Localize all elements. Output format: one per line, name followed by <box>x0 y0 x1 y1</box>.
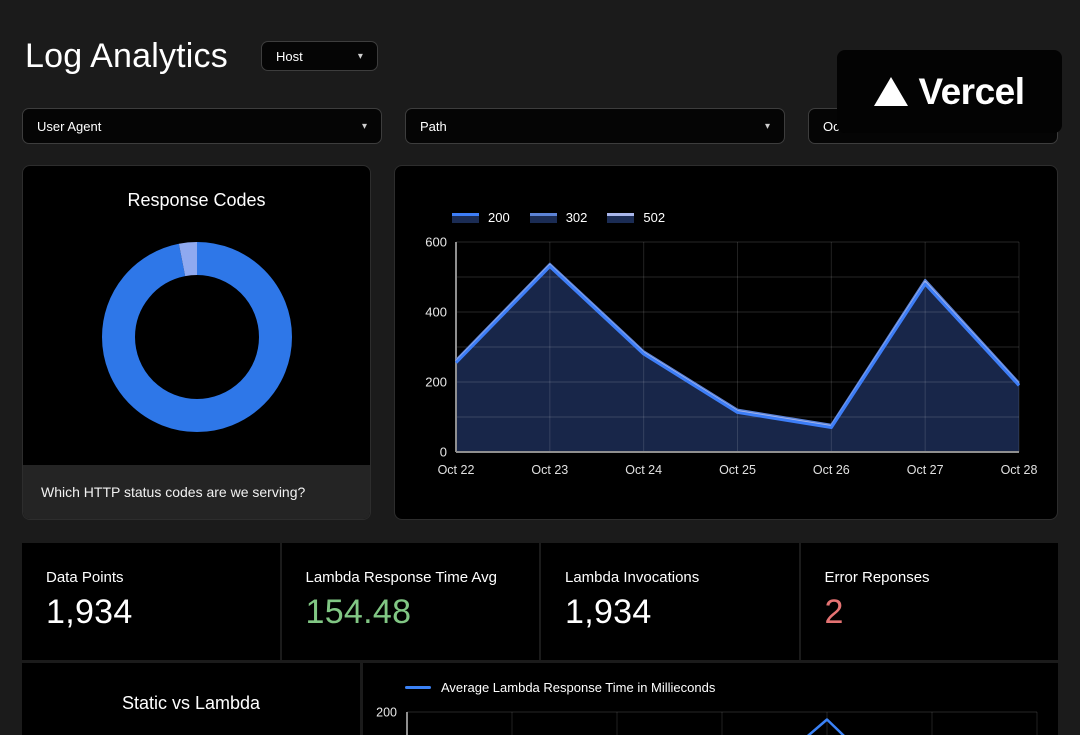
legend-swatch-302 <box>530 213 557 223</box>
static-vs-lambda-title: Static vs Lambda <box>22 663 360 714</box>
stat-label: Data Points <box>46 569 280 586</box>
user-agent-dropdown[interactable]: User Agent ▾ <box>22 108 382 144</box>
stat-card-data-points: Data Points 1,934 <box>22 543 280 660</box>
stat-card-error-responses: Error Reponses 2 <box>801 543 1059 660</box>
chevron-down-icon: ▾ <box>362 121 367 132</box>
svg-text:Oct 28: Oct 28 <box>1001 463 1038 477</box>
chart-legend: 200 302 502 <box>452 210 665 225</box>
host-dropdown[interactable]: Host ▾ <box>261 41 378 71</box>
vercel-logo-text: Vercel <box>918 71 1024 113</box>
legend-item-502[interactable]: 502 <box>607 210 665 225</box>
donut-slice-0 <box>118 259 275 416</box>
svg-text:Oct 25: Oct 25 <box>719 463 756 477</box>
static-vs-lambda-card: Static vs Lambda <box>22 663 360 735</box>
svg-text:200: 200 <box>376 706 397 720</box>
stats-row: Data Points 1,934 Lambda Response Time A… <box>22 543 1058 660</box>
vercel-triangle-icon <box>874 77 908 106</box>
path-dropdown-label: Path <box>420 119 447 134</box>
legend-label-302: 302 <box>566 210 588 225</box>
path-dropdown[interactable]: Path ▾ <box>405 108 785 144</box>
svg-text:Oct 22: Oct 22 <box>438 463 475 477</box>
svg-text:400: 400 <box>425 305 447 320</box>
legend-label-200: 200 <box>488 210 510 225</box>
chevron-down-icon: ▾ <box>765 121 770 132</box>
stat-value: 154.48 <box>306 593 540 632</box>
charts-row: Response Codes Which HTTP status codes a… <box>22 165 1058 520</box>
chevron-down-icon: ▾ <box>358 51 363 62</box>
lambda-response-time-chart-card: Average Lambda Response Time in Millieco… <box>363 663 1058 735</box>
donut-chart-svg <box>97 237 297 437</box>
stat-value: 1,934 <box>46 593 280 632</box>
stat-card-lambda-invocations: Lambda Invocations 1,934 <box>541 543 799 660</box>
stat-label: Lambda Invocations <box>565 569 799 586</box>
stat-value: 2 <box>825 593 1059 632</box>
svg-text:200: 200 <box>425 375 447 390</box>
svg-text:Oct 27: Oct 27 <box>907 463 944 477</box>
legend-swatch-502 <box>607 213 634 223</box>
legend-swatch-200 <box>452 213 479 223</box>
bottom-row: Static vs Lambda Average Lambda Response… <box>22 663 1058 735</box>
stat-card-lambda-response-time-avg: Lambda Response Time Avg 154.48 <box>282 543 540 660</box>
legend-label-502: 502 <box>643 210 665 225</box>
legend-item-200[interactable]: 200 <box>452 210 510 225</box>
svg-text:0: 0 <box>440 445 447 460</box>
lambda-response-time-chart-svg: 200 <box>363 663 1059 735</box>
host-dropdown-label: Host <box>276 49 303 64</box>
stat-value: 1,934 <box>565 593 799 632</box>
legend-item-302[interactable]: 302 <box>530 210 588 225</box>
vercel-logo-card: Vercel <box>837 50 1062 133</box>
svg-text:Oct 23: Oct 23 <box>531 463 568 477</box>
svg-text:Oct 24: Oct 24 <box>625 463 662 477</box>
user-agent-dropdown-label: User Agent <box>37 119 101 134</box>
svg-text:600: 600 <box>425 235 447 250</box>
page-title: Log Analytics <box>25 37 228 76</box>
svg-text:Oct 26: Oct 26 <box>813 463 850 477</box>
response-codes-caption: Which HTTP status codes are we serving? <box>23 465 370 519</box>
response-codes-title: Response Codes <box>23 190 370 211</box>
stat-label: Error Reponses <box>825 569 1059 586</box>
response-codes-card: Response Codes Which HTTP status codes a… <box>22 165 371 520</box>
status-codes-chart-card: 200 302 502 0 200 400 600 Oct 22 Oct 23 Oct 24… <box>394 165 1058 520</box>
donut-chart <box>23 237 370 437</box>
stat-label: Lambda Response Time Avg <box>306 569 540 586</box>
